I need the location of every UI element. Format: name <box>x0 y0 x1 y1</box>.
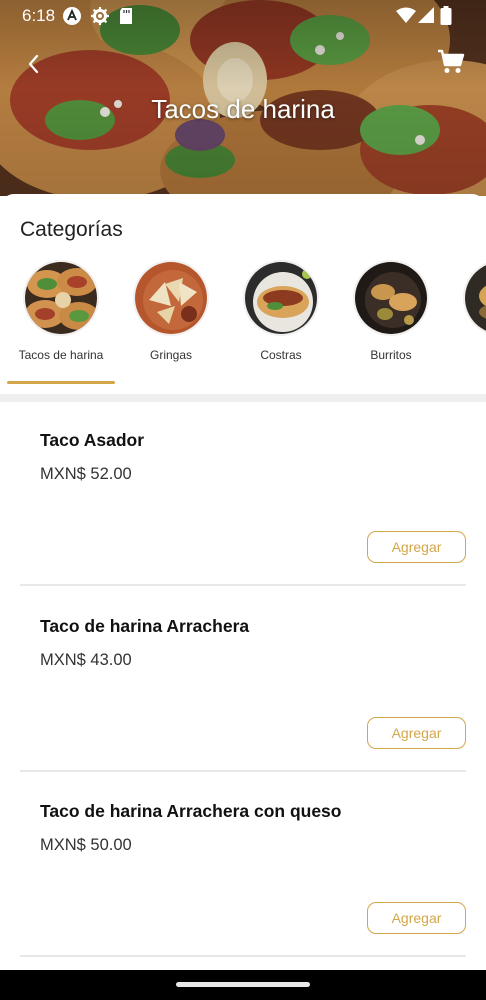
battery-icon <box>440 6 452 25</box>
category-label: Costras <box>260 348 302 362</box>
category-costras[interactable]: Costras <box>226 260 336 362</box>
chevron-left-icon <box>28 54 39 74</box>
product-name: Taco de harina Arrachera <box>40 616 250 636</box>
category-burritos[interactable]: Burritos <box>336 260 446 362</box>
home-gesture-handle[interactable] <box>176 982 310 987</box>
selected-category-indicator <box>7 381 115 384</box>
category-label: Gringas <box>149 348 193 362</box>
add-button[interactable]: Agregar <box>367 717 466 749</box>
status-time: 6:18 <box>22 6 56 25</box>
categories-title: Categorías <box>20 218 123 241</box>
product-price: MXN$ 52.00 <box>40 465 132 483</box>
costras-photo <box>243 260 319 336</box>
signal-icon <box>418 7 434 23</box>
header-hero: 6:18 Tacos de harina <box>0 0 486 196</box>
product-price: MXN$ 43.00 <box>40 651 132 669</box>
product-name: Taco Asador <box>40 430 145 450</box>
category-gringas[interactable]: Gringas <box>116 260 226 362</box>
content-sheet: Categorías Tacos de harina Gringas Costr… <box>0 194 486 1000</box>
burritos-photo <box>353 260 429 336</box>
category-label: Burritos <box>370 348 412 362</box>
product-price: MXN$ 50.00 <box>40 836 132 854</box>
system-nav-bar <box>0 970 486 1000</box>
page-title: Tacos de harina <box>151 94 335 124</box>
product-card: Taco Asador MXN$ 52.00 Agregar <box>20 400 466 586</box>
app-screen: 6:18 Tacos de harina Categorías Tacos de… <box>0 0 486 1000</box>
product-card: Taco de harina Arrachera MXN$ 43.00 Agre… <box>20 586 466 772</box>
tacos-photo <box>23 260 99 336</box>
a-badge-icon <box>63 7 81 25</box>
next-category-photo <box>463 260 486 336</box>
cart-icon <box>438 49 465 73</box>
category-tacos-de-harina[interactable]: Tacos de harina <box>6 260 116 362</box>
wifi-icon <box>396 7 416 23</box>
cart-button[interactable] <box>436 48 466 76</box>
category-label: Tacos de harina <box>18 348 104 362</box>
gringas-photo <box>133 260 209 336</box>
product-card: Taco de harina Arrachera con queso MXN$ … <box>20 771 466 957</box>
category-label: C <box>446 348 486 362</box>
add-button[interactable]: Agregar <box>367 902 466 934</box>
add-button[interactable]: Agregar <box>367 531 466 563</box>
gear-icon <box>91 7 109 25</box>
product-name: Taco de harina Arrachera con queso <box>40 801 342 821</box>
status-bar: 6:18 <box>0 0 486 32</box>
back-button[interactable] <box>20 50 48 78</box>
category-next[interactable]: C <box>446 260 486 362</box>
sd-card-icon <box>120 8 132 24</box>
